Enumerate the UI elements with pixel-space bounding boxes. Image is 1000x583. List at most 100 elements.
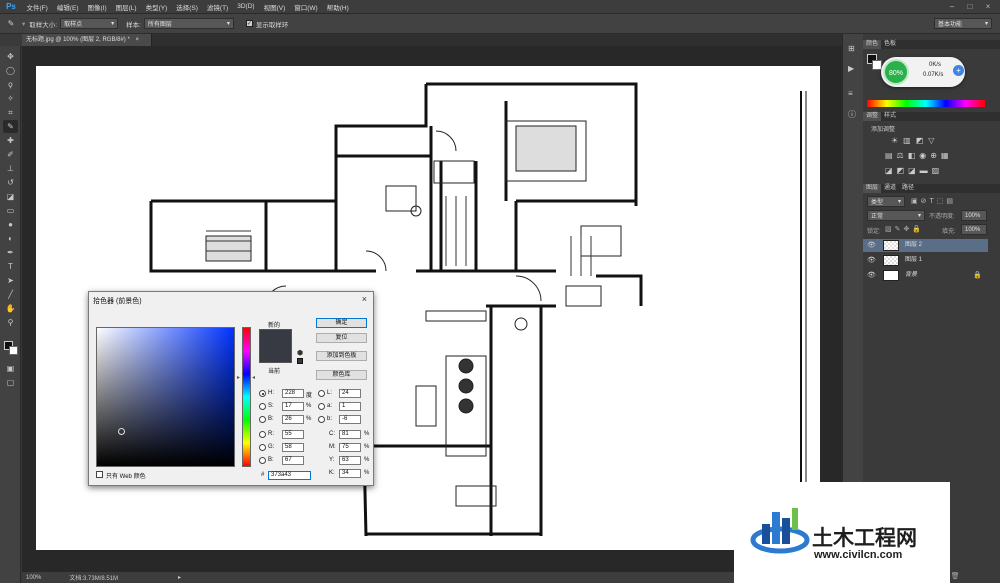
lab-b-radio[interactable] (318, 416, 325, 423)
zoom-level[interactable]: 100% (26, 575, 41, 581)
dodge-tool-icon[interactable]: ◐ (3, 232, 18, 245)
fill-field[interactable]: 100% (961, 224, 987, 235)
crop-tool-icon[interactable]: ⌗ (3, 106, 18, 119)
layer-kind-filter[interactable]: 类型 ▾ (867, 196, 905, 207)
background-color-swatch[interactable] (9, 346, 18, 355)
m-field[interactable]: 75 (339, 443, 361, 452)
menu-help[interactable]: 帮助(H) (322, 2, 353, 12)
menu-edit[interactable]: 编辑(E) (52, 2, 83, 12)
zoom-tool-icon[interactable]: ⚲ (3, 316, 18, 329)
color-cursor[interactable] (118, 428, 125, 435)
eye-icon[interactable]: 👁 (867, 256, 876, 264)
r-field[interactable]: 55 (282, 430, 304, 439)
l-radio[interactable] (318, 390, 325, 397)
show-ring-checkbox[interactable]: ✓ (245, 20, 253, 27)
dialog-close-icon[interactable]: × (362, 294, 367, 304)
b-radio[interactable] (259, 416, 266, 423)
close-tab-icon[interactable]: × (135, 37, 139, 43)
k-field[interactable]: 34 (339, 469, 361, 478)
h-field[interactable]: 228 (282, 389, 304, 398)
history-panel-icon[interactable]: ⊞ (848, 44, 855, 53)
b-field[interactable]: 26 (282, 415, 304, 424)
line-tool-icon[interactable]: ╱ (3, 288, 18, 301)
l-field[interactable]: 24 (339, 389, 361, 398)
menu-window[interactable]: 窗口(W) (290, 2, 322, 12)
current-color-swatch[interactable] (259, 346, 292, 363)
ok-button[interactable]: 确定 (316, 318, 367, 328)
eye-icon[interactable]: 👁 (867, 271, 876, 279)
tab-styles[interactable]: 样式 (881, 112, 899, 121)
g-field[interactable]: 58 (282, 443, 304, 452)
blur-tool-icon[interactable]: ● (3, 218, 18, 231)
sample-size-select[interactable]: 取样点 ▾ (60, 18, 119, 29)
color-ramp[interactable] (867, 100, 985, 107)
tab-adjustments[interactable]: 调整 (863, 112, 882, 121)
menu-layer[interactable]: 图层(L) (111, 2, 141, 12)
menu-file[interactable]: 文件(F) (22, 2, 52, 12)
layer-filter-icons[interactable]: ▣⊘T⬚▤ (911, 197, 956, 205)
adjustment-icons-row2[interactable]: ▤⚖◧◉⊕▦ (885, 151, 953, 160)
r-radio[interactable] (259, 431, 266, 438)
menu-filter[interactable]: 滤镜(T) (202, 2, 232, 12)
minimize-icon[interactable]: – (944, 0, 960, 14)
blend-mode-select[interactable]: 正常 ▾ (867, 210, 925, 221)
menu-view[interactable]: 视图(V) (259, 2, 290, 12)
status-arrow-icon[interactable]: ▸ (178, 574, 181, 581)
h-radio[interactable] (259, 390, 266, 397)
workspace-select[interactable]: 基本功能 ▾ (934, 18, 992, 29)
reset-button[interactable]: 复位 (316, 333, 367, 343)
s-field[interactable]: 17 (282, 402, 304, 411)
tab-layers[interactable]: 图层 (863, 184, 882, 193)
c-field[interactable]: 81 (339, 430, 361, 439)
adjustment-icons-row3[interactable]: ◪◩◪▬▨ (885, 166, 943, 175)
menu-select[interactable]: 选择(S) (172, 2, 203, 12)
tool-preset-chevron-icon[interactable]: ▾ (22, 20, 25, 28)
maximize-icon[interactable]: □ (962, 0, 978, 14)
layer-row[interactable]: 👁 图层 1 (863, 254, 988, 267)
tab-swatches[interactable]: 色板 (881, 40, 899, 49)
plus-icon[interactable]: + (953, 65, 964, 76)
close-window-icon[interactable]: × (980, 0, 996, 14)
quick-mask-icon[interactable]: ▣ (3, 362, 18, 375)
healing-brush-icon[interactable]: ✚ (3, 134, 18, 147)
move-tool-icon[interactable]: ✥ (3, 50, 18, 63)
sample-select[interactable]: 所有图层 ▾ (143, 18, 234, 29)
hand-tool-icon[interactable]: ✋ (3, 302, 18, 315)
properties-panel-icon[interactable]: ≡ (848, 89, 853, 98)
web-safe-swatch[interactable] (297, 358, 303, 364)
layer-row[interactable]: 👁 图层 2 (863, 239, 988, 252)
hue-slider[interactable] (242, 327, 251, 467)
color-libraries-button[interactable]: 颜色库 (316, 370, 367, 380)
lasso-tool-icon[interactable]: ϙ (3, 78, 18, 91)
menu-image[interactable]: 图像(I) (83, 2, 111, 12)
document-tab[interactable]: 无标题.jpg @ 100% (图层 2, RGB/8#) * × (22, 34, 152, 46)
only-web-checkbox[interactable] (96, 471, 103, 478)
menu-type[interactable]: 类型(Y) (141, 2, 172, 12)
marquee-tool-icon[interactable]: ◯ (3, 64, 18, 77)
hex-field[interactable]: 373a43 (268, 471, 311, 480)
gradient-tool-icon[interactable]: ▭ (3, 204, 18, 217)
y-field[interactable]: 63 (339, 456, 361, 465)
a-field[interactable]: 1 (339, 402, 361, 411)
eye-icon[interactable]: 👁 (867, 241, 876, 249)
add-to-swatches-button[interactable]: 添加到色板 (316, 351, 367, 361)
cube-warning-icon[interactable]: ⬢ (297, 349, 303, 357)
layer-row[interactable]: 👁 背景 🔒 (863, 269, 988, 282)
eyedropper-tool-icon[interactable]: ✎ (3, 120, 18, 133)
lock-icons[interactable]: ▨✎✥🔒 (885, 225, 924, 233)
menu-3d[interactable]: 3D(D) (233, 3, 259, 10)
lab-b-field[interactable]: -6 (339, 415, 361, 424)
blue-radio[interactable] (259, 457, 266, 464)
actions-panel-icon[interactable]: ▶ (848, 64, 854, 73)
pen-tool-icon[interactable]: ✒ (3, 246, 18, 259)
info-panel-icon[interactable]: ⓘ (848, 109, 856, 120)
path-select-icon[interactable]: ➤ (3, 274, 18, 287)
tab-color[interactable]: 颜色 (863, 40, 882, 49)
screen-mode-icon[interactable]: ▢ (3, 376, 18, 389)
eraser-tool-icon[interactable]: ◪ (3, 190, 18, 203)
opacity-field[interactable]: 100% (961, 210, 987, 221)
saturation-brightness-field[interactable] (96, 327, 235, 467)
eyedropper-icon[interactable]: ✎ (0, 19, 22, 28)
brush-tool-icon[interactable]: ✐ (3, 148, 18, 161)
adjustment-icons-row1[interactable]: ☀▥◩▽ (891, 136, 939, 145)
